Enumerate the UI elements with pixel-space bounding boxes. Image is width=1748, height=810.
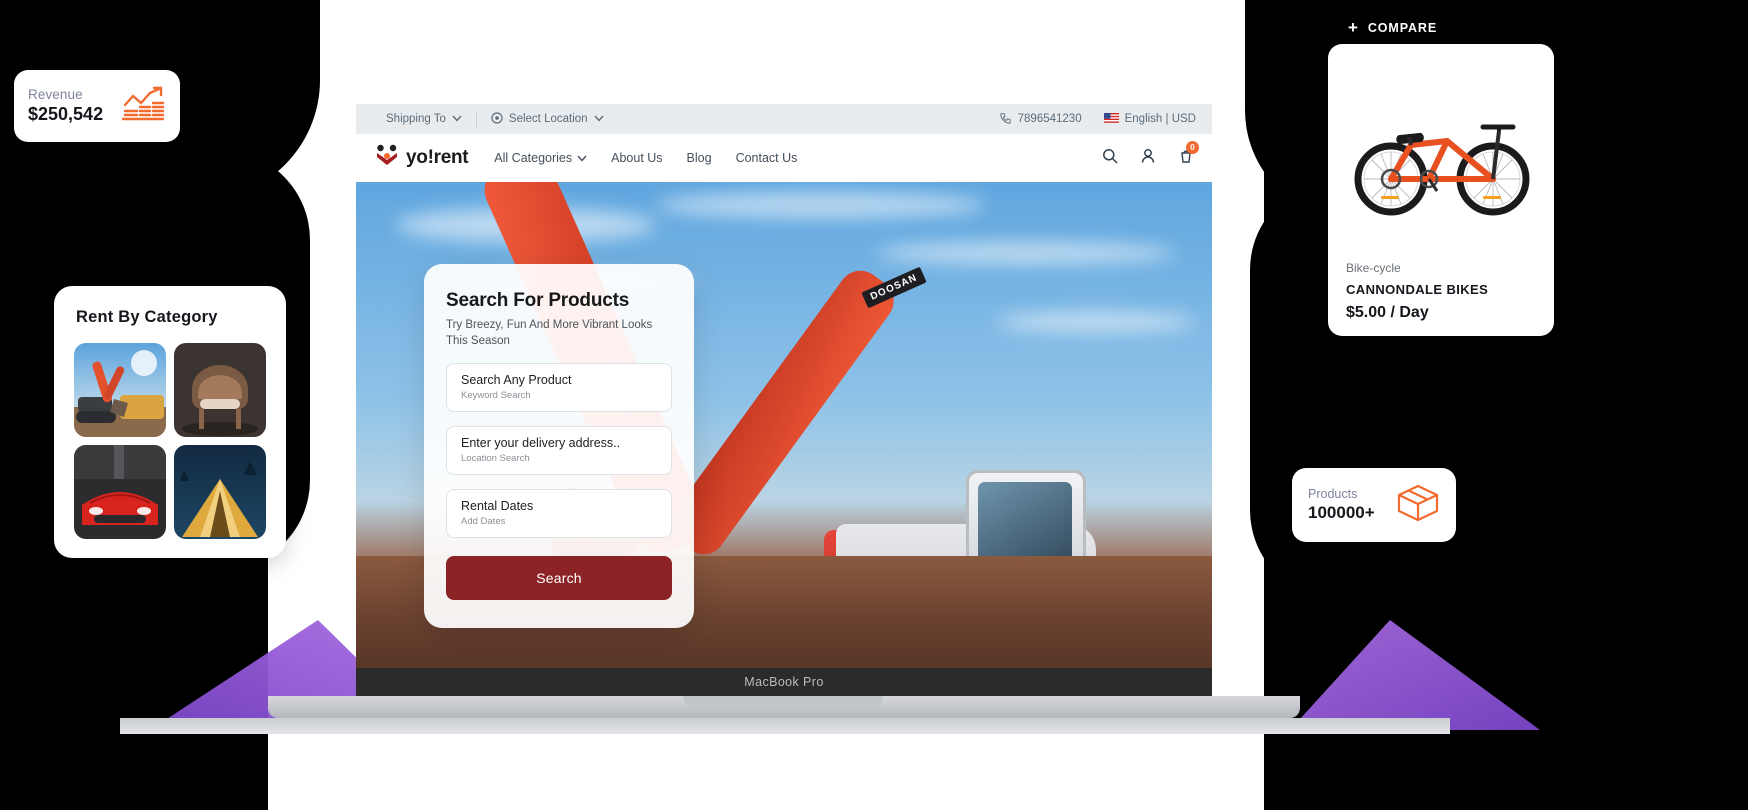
laptop-screen: Shipping To Select Location 7896541230 E… — [356, 104, 1212, 696]
nav-about-us-label: About Us — [611, 151, 663, 165]
cloud-decoration — [996, 312, 1196, 332]
products-value: 100000+ — [1308, 503, 1375, 522]
phone-icon — [999, 112, 1011, 127]
phone-number[interactable]: 7896541230 — [999, 112, 1082, 127]
search-panel-title: Search For Products — [446, 290, 630, 311]
chevron-down-icon — [452, 113, 462, 125]
chevron-down-icon — [594, 113, 604, 125]
purple-accent-right — [1290, 620, 1540, 730]
excavator-category-tile[interactable] — [74, 343, 166, 437]
location-search-input[interactable]: Enter your delivery address.. Location S… — [446, 426, 672, 476]
user-icon[interactable] — [1140, 148, 1156, 169]
revenue-stat-card: Revenue $250,542 — [14, 70, 180, 142]
box-package-icon — [1396, 483, 1440, 528]
compare-button[interactable]: + COMPARE — [1348, 18, 1437, 38]
laptop-chin: MacBook Pro — [356, 668, 1212, 696]
search-icon[interactable] — [1102, 148, 1118, 169]
revenue-label: Revenue — [28, 87, 83, 102]
rental-dates-hint: Add Dates — [461, 516, 506, 528]
language-currency-label: English | USD — [1124, 113, 1196, 125]
laptop-foot — [120, 718, 1450, 734]
camping-category-tile[interactable] — [174, 445, 266, 539]
nav-about-us[interactable]: About Us — [611, 151, 662, 165]
nav-contact-us[interactable]: Contact Us — [736, 151, 798, 165]
navbar-actions: 0 — [1102, 140, 1199, 169]
site-navbar: yo!rent All Categories About Us Blog Con… — [356, 134, 1212, 182]
hero-section: DOOSAN Search For Products Try Breezy, F… — [356, 182, 1212, 696]
products-label: Products — [1308, 487, 1358, 501]
cloud-decoration — [876, 242, 1176, 264]
screenshot-root: Revenue $250,542 Rent By Category Shippi… — [0, 0, 1748, 810]
product-image — [1346, 58, 1536, 261]
plus-icon: + — [1348, 18, 1359, 37]
revenue-value: $250,542 — [28, 104, 104, 124]
keyword-search-input[interactable]: Search Any Product Keyword Search — [446, 363, 672, 413]
select-location-label: Select Location — [508, 113, 588, 125]
product-name: CANNONDALE BIKES — [1346, 282, 1489, 297]
keyword-search-hint: Keyword Search — [461, 390, 531, 402]
macbook-model-label: MacBook Pro — [744, 675, 824, 689]
product-preview-card[interactable]: Bike-cycle CANNONDALE BIKES $5.00 / Day — [1328, 44, 1554, 336]
chevron-down-icon — [577, 151, 587, 165]
site-logo[interactable]: yo!rent — [374, 144, 469, 173]
keyword-search-value: Search Any Product — [461, 373, 572, 388]
shipping-to-selector[interactable]: Shipping To — [372, 113, 476, 125]
category-card-title: Rent By Category — [76, 308, 218, 326]
products-stat-card: Products 100000+ — [1292, 468, 1456, 542]
yorent-logo-icon — [374, 144, 400, 173]
phone-number-label: 7896541230 — [1017, 113, 1082, 125]
nav-all-categories[interactable]: All Categories — [494, 151, 587, 165]
orange-mountain-bike-icon — [1354, 124, 1530, 215]
cart-count-badge: 0 — [1186, 140, 1199, 154]
site-topbar: Shipping To Select Location 7896541230 E… — [356, 104, 1212, 134]
car-category-tile[interactable] — [74, 445, 166, 539]
location-search-hint: Location Search — [461, 453, 530, 465]
laptop-base-notch — [683, 696, 883, 708]
rent-by-category-card: Rent By Category — [54, 286, 286, 558]
select-location-selector[interactable]: Select Location — [477, 111, 618, 127]
nav-blog[interactable]: Blog — [687, 151, 712, 165]
search-button[interactable]: Search — [446, 556, 672, 601]
bar-chart-up-icon — [120, 85, 166, 128]
location-pin-icon — [491, 111, 503, 127]
location-search-value: Enter your delivery address.. — [461, 436, 621, 451]
rental-dates-value: Rental Dates — [461, 499, 534, 514]
product-price: $5.00 / Day — [1346, 304, 1429, 321]
search-panel-subtitle: Try Breezy, Fun And More Vibrant Looks T… — [446, 319, 653, 347]
excavator-arm — [661, 261, 903, 564]
furniture-category-tile[interactable] — [174, 343, 266, 437]
primary-nav: All Categories About Us Blog Contact Us — [494, 151, 797, 165]
site-logo-text: yo!rent — [406, 147, 469, 168]
product-category: Bike-cycle — [1346, 261, 1401, 275]
us-flag-icon — [1103, 112, 1119, 126]
nav-contact-us-label: Contact Us — [735, 151, 798, 165]
cloud-decoration — [656, 192, 986, 218]
compare-label: COMPARE — [1367, 21, 1438, 35]
excavator-cab-glass — [978, 482, 1072, 564]
cart-icon[interactable]: 0 — [1178, 140, 1199, 169]
category-tile-grid — [54, 327, 286, 539]
language-currency-selector[interactable]: English | USD — [1103, 112, 1196, 126]
nav-all-categories-label: All Categories — [494, 151, 573, 165]
hero-search-panel: Search For Products Try Breezy, Fun And … — [424, 264, 694, 629]
shipping-to-label: Shipping To — [386, 113, 446, 125]
nav-blog-label: Blog — [686, 151, 712, 165]
rental-dates-input[interactable]: Rental Dates Add Dates — [446, 489, 672, 539]
